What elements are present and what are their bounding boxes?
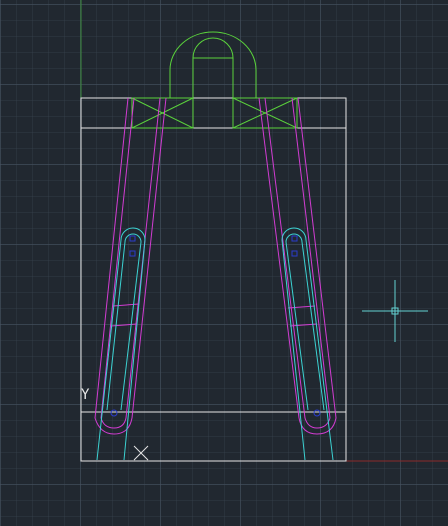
- handle: [131, 31, 298, 129]
- ucs-y-label: Y: [81, 387, 90, 403]
- drawing-svg: [80, 0, 448, 462]
- crosshair-cursor-icon: [362, 280, 428, 342]
- left-slot: [96, 227, 146, 461]
- drawing-canvas[interactable]: Y: [0, 0, 448, 526]
